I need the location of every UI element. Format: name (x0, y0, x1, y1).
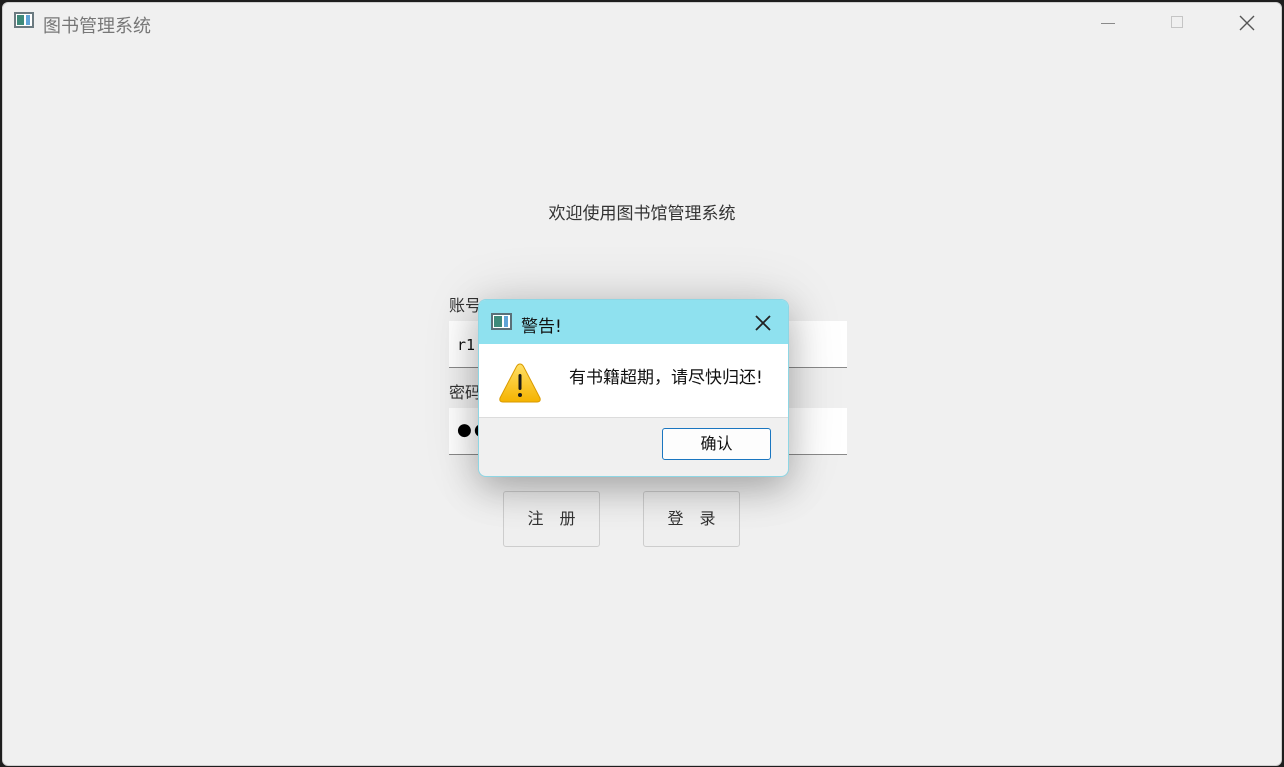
welcome-heading: 欢迎使用图书馆管理系统 (548, 204, 736, 224)
warning-dialog: 警告! 有书籍超期，请尽快归还! 确认 (478, 299, 789, 477)
dialog-message: 有书籍超期，请尽快归还! (569, 368, 763, 388)
dialog-body: 有书籍超期，请尽快归还! (479, 344, 788, 418)
password-label: 密码 (449, 383, 482, 402)
register-button[interactable]: 注 册 (503, 491, 600, 547)
dialog-close-button[interactable] (751, 311, 775, 335)
dialog-title-bar[interactable]: 警告! (479, 300, 788, 344)
close-icon (1239, 15, 1255, 31)
window-title: 图书管理系统 (43, 16, 151, 37)
maximize-button[interactable] (1143, 3, 1213, 43)
minimize-icon (1101, 23, 1115, 24)
ok-button[interactable]: 确认 (662, 428, 771, 460)
account-label: 账号 (449, 296, 482, 315)
close-button[interactable] (1211, 3, 1281, 43)
warning-icon (499, 363, 541, 403)
close-icon (755, 315, 771, 331)
minimize-button[interactable] (1073, 3, 1143, 43)
title-bar[interactable]: 图书管理系统 (3, 3, 1281, 43)
app-icon (14, 12, 34, 28)
account-value: r1 (457, 336, 476, 354)
dialog-title: 警告! (521, 317, 562, 337)
login-button[interactable]: 登 录 (643, 491, 740, 547)
dialog-app-icon (491, 313, 512, 330)
maximize-icon (1171, 16, 1183, 28)
